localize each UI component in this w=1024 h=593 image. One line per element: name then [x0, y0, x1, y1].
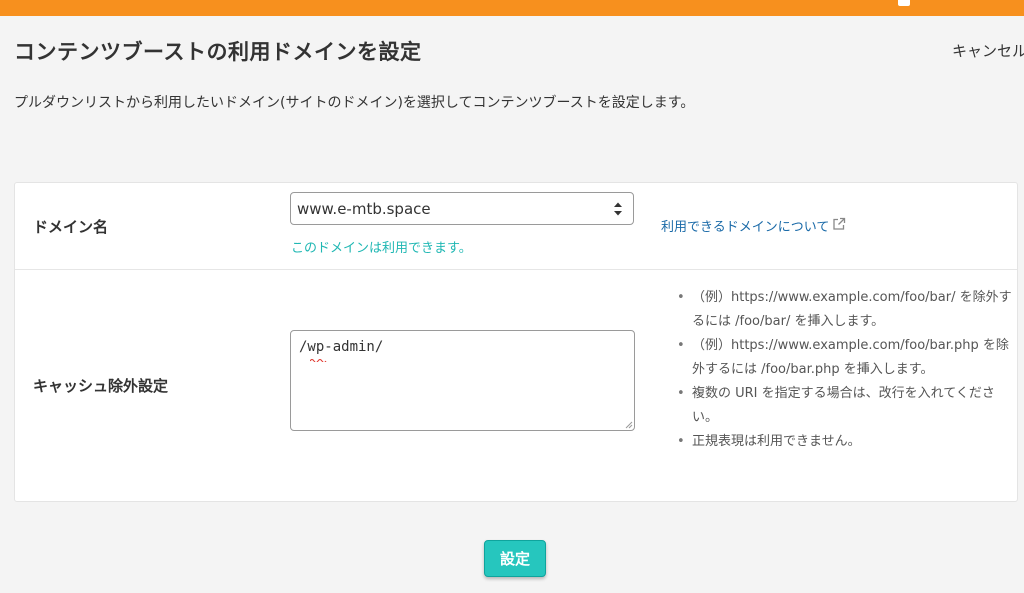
hint-item: 複数の URI を指定する場合は、改行を入れてください。 — [675, 382, 1015, 430]
domain-help-link[interactable]: 利用できるドメインについて — [661, 216, 847, 235]
cache-exclusion-textarea-value: /wp-admin/ — [299, 339, 384, 355]
top-bar-mark — [898, 0, 910, 6]
hint-item: （例）https://www.example.com/foo/bar.php を… — [675, 334, 1015, 382]
settings-card: ドメイン名 www.e-mtb.space このドメインは利用できます。 利用で… — [14, 182, 1018, 502]
cache-exclusion-label: キャッシュ除外設定 — [33, 377, 169, 395]
domain-label: ドメイン名 — [33, 218, 109, 236]
domain-select-value: www.e-mtb.space — [297, 200, 431, 218]
page-description: プルダウンリストから利用したいドメイン(サイトのドメイン)を選択してコンテンツブ… — [14, 95, 695, 111]
submit-button[interactable]: 設定 — [484, 540, 546, 577]
spellcheck-underline — [310, 359, 327, 362]
cancel-link[interactable]: キャンセル — [952, 40, 1024, 61]
cache-exclusion-hints: （例）https://www.example.com/foo/bar/ を除外す… — [675, 286, 1015, 454]
up-down-chevron-icon — [614, 202, 622, 216]
resize-grip-icon[interactable] — [624, 420, 633, 429]
external-link-icon — [833, 217, 846, 230]
top-bar — [0, 0, 1024, 16]
row-divider — [15, 269, 1017, 270]
domain-select[interactable]: www.e-mtb.space — [290, 192, 634, 225]
cache-exclusion-textarea[interactable]: /wp-admin/ — [290, 330, 635, 431]
hint-item: （例）https://www.example.com/foo/bar/ を除外す… — [675, 286, 1015, 334]
domain-help-link-label: 利用できるドメインについて — [661, 220, 830, 235]
hint-item: 正規表現は利用できません。 — [675, 430, 1015, 454]
domain-status-message: このドメインは利用できます。 — [291, 241, 472, 256]
page-title: コンテンツブーストの利用ドメインを設定 — [14, 40, 422, 64]
